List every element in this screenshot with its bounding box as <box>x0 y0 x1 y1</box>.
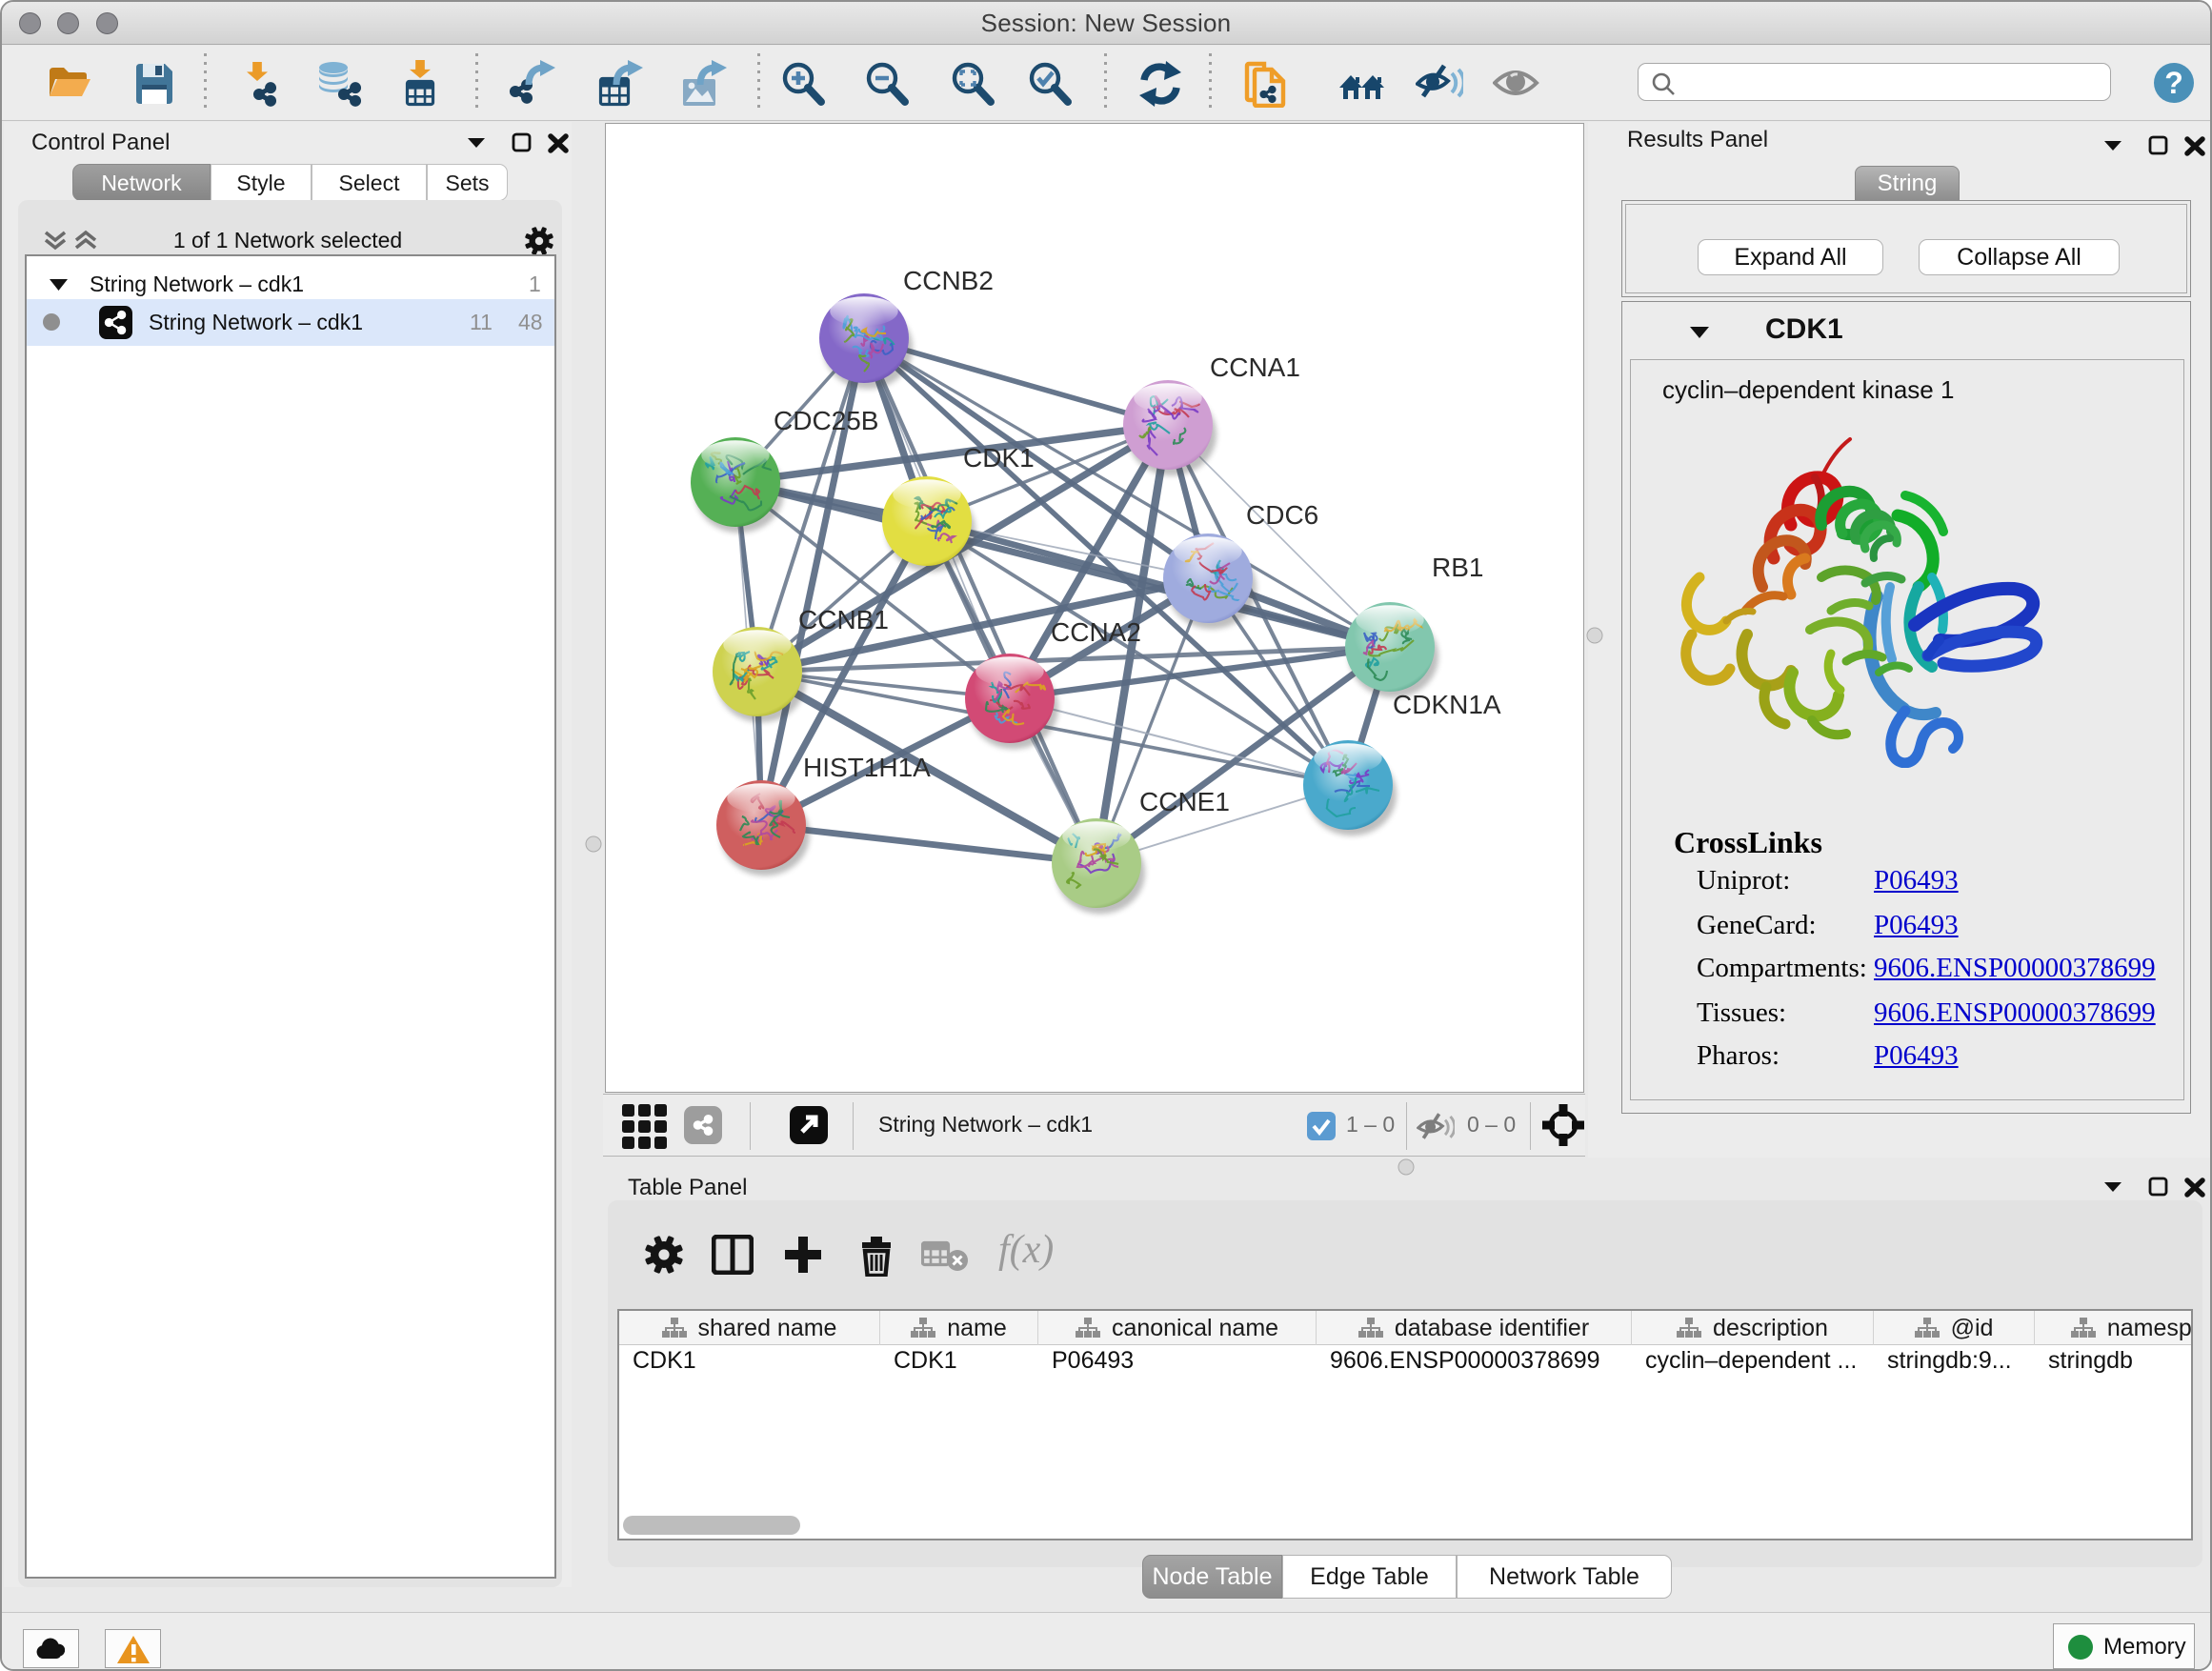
svg-text:CCNA1: CCNA1 <box>1210 352 1300 382</box>
svg-text:CDC25B: CDC25B <box>774 406 878 435</box>
svg-text:CDC6: CDC6 <box>1246 500 1318 530</box>
svg-text:HIST1H1A: HIST1H1A <box>803 753 931 782</box>
svg-text:CCNA2: CCNA2 <box>1051 617 1141 647</box>
svg-text:CCNE1: CCNE1 <box>1139 787 1230 816</box>
svg-text:CCNB1: CCNB1 <box>798 605 889 634</box>
svg-text:?: ? <box>2164 66 2183 100</box>
svg-text:CDKN1A: CDKN1A <box>1393 690 1501 719</box>
svg-text:CCNB2: CCNB2 <box>903 266 994 295</box>
svg-text:CDK1: CDK1 <box>963 443 1035 473</box>
svg-text:RB1: RB1 <box>1432 553 1483 582</box>
